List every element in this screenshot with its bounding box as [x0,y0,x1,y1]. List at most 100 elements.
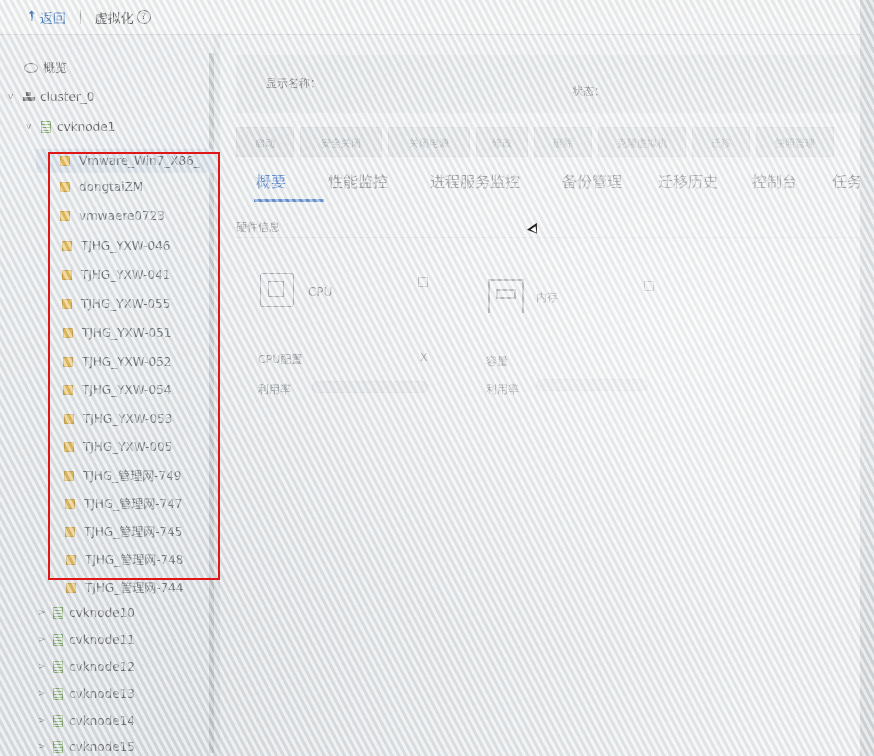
tree-item-vm[interactable]: Vmware_Win7_X86_ [36,149,214,173]
memory-capacity-label: 容量 [486,355,508,368]
tree-item-vm[interactable]: TJHG_YXW-053 [64,412,172,426]
tree-item-vm[interactable]: TJHG_YXW-054 [63,383,171,397]
tab-backup[interactable]: 备份管理 [562,171,622,192]
overview-icon [24,62,38,73]
tree-item-vm[interactable]: TJHG_管理网-749 [64,467,181,484]
tab-process-monitor[interactable]: 进程服务监控 [430,171,520,192]
back-label: 返回 [39,11,66,27]
tree-item-vm[interactable]: TJHG_YXW-052 [63,355,171,369]
tree-item-label: TJHG_YXW-046 [81,239,171,253]
tree-item-overview[interactable]: 概览 [24,59,67,76]
tab-migration-history[interactable]: 迁移历史 [658,171,718,192]
help-icon[interactable]: ? [136,10,151,24]
chevron-right-icon[interactable]: > [38,689,48,699]
tree-item-host-collapsed[interactable]: > cvknode15 [38,740,135,754]
cpu-title: CPU [308,285,333,299]
top-bar: ↑ 返回 虚拟化 ? [0,0,874,35]
chevron-right-icon[interactable]: > [38,742,48,752]
power-off-button[interactable]: 关闭电源 [388,127,470,157]
tree-item-vm[interactable]: TJHG_YXW-055 [62,297,170,311]
back-button[interactable]: ↑ 返回 [26,8,66,27]
tree-item-label: vmwaere0723 [79,209,165,223]
tree-item-label: cvknode12 [69,660,135,674]
tree-item-vm[interactable]: TJHG_管理网-745 [65,523,182,540]
modify-button[interactable]: 修改 [476,127,528,157]
vm-icon [60,211,70,221]
back-arrow-icon: ↑ [26,9,38,25]
vm-icon [65,526,75,537]
vm-icon [64,470,74,481]
tree-item-label: TJHG_YXW-055 [81,297,171,311]
cpu-usage-label: 利用率 [258,383,291,396]
chevron-right-icon[interactable]: > [38,608,48,618]
tree-item-vm[interactable]: TJHG_管理网-748 [66,551,183,568]
chevron-down-icon[interactable]: v [26,122,36,132]
tree-item-label: cluster_0 [40,90,95,104]
chevron-right-icon[interactable]: > [38,635,48,645]
screen-bezel [860,0,874,756]
tree-item-vm[interactable]: TJHG_YXW-005 [64,440,172,454]
tree-item-label: cvknode13 [69,687,135,701]
vm-icon [64,442,74,452]
tree-item-vm[interactable]: TJHG_管理网-747 [65,495,182,512]
vm-info-bar: 显示名称： 状态： [236,55,874,113]
memory-title: 内存 [536,291,558,304]
status-label: 状态： [572,85,605,98]
display-name-label: 显示名称： [266,77,321,90]
tree-item-vm[interactable]: TJHG_YXW-041 [62,268,170,282]
tree-item-host-collapsed[interactable]: > cvknode13 [38,687,135,701]
tree-item-label: TJHG_YXW-005 [83,440,173,454]
tree-item-label: TJHG_管理网-745 [84,525,183,539]
tab-tasks[interactable]: 任务 [832,171,862,192]
host-icon [53,634,63,646]
tree-item-cluster[interactable]: v cluster_0 [8,90,94,104]
tree-item-label: TJHG_YXW-041 [81,268,171,282]
tree-item-label: TJHG_管理网-749 [83,469,182,483]
vm-icon [62,241,72,251]
edit-icon[interactable] [644,281,654,291]
tab-summary[interactable]: 概要 [256,171,286,192]
tree-item-host-collapsed[interactable]: > cvknode12 [38,660,135,674]
tree-item-host-collapsed[interactable]: > cvknode11 [38,633,135,647]
tree-item-host[interactable]: v cvknode1 [26,120,115,134]
tree-item-label: cvknode1 [57,120,116,134]
migrate-button[interactable]: 迁移 [692,127,750,157]
host-icon [53,688,63,700]
delete-button[interactable]: 删除 [534,127,592,157]
vm-icon [63,328,73,338]
memory-icon [488,279,524,313]
start-button[interactable]: 启动 [236,127,294,157]
cpu-usage-bar [312,381,428,393]
tree-item-host-collapsed[interactable]: > cvknode14 [38,714,135,728]
tree-item-label: TJHG_YXW-051 [82,326,172,340]
snapshot-button[interactable]: 快照管理 [756,127,834,157]
tree-item-vm[interactable]: dongtaiZM [60,180,143,194]
tree-item-label: cvknode11 [69,633,135,647]
main-panel: 显示名称： 状态： 启动 安全关闭 关闭电源 修改 删除 克隆虚拟机 迁移 快照… [220,35,874,756]
tree-item-vm[interactable]: TJHG_YXW-051 [63,326,171,340]
vm-icon [66,554,76,565]
chevron-right-icon[interactable]: > [38,662,48,672]
tree-item-label: cvknode14 [69,714,135,728]
tree-item-vm[interactable]: TJHG_YXW-046 [62,239,170,253]
tree-item-label: Vmware_Win7_X86_ [79,154,200,168]
tree-item-label: TJHG_管理网-748 [85,553,184,567]
vm-icon [64,414,74,424]
section-title: 虚拟化 [94,11,134,27]
tree-item-vm[interactable]: TJHG_管理网-744 [66,579,183,596]
vm-icon [62,270,72,280]
clone-vm-button[interactable]: 克隆虚拟机 [598,127,686,157]
active-tab-indicator [254,199,324,202]
chevron-down-icon[interactable]: v [8,92,18,102]
tab-performance[interactable]: 性能监控 [328,171,388,192]
tree-item-label: dongtaiZM [79,180,144,194]
safe-shutdown-button[interactable]: 安全关闭 [300,127,382,157]
edit-icon[interactable] [418,277,428,287]
tree-item-label: TJHG_YXW-052 [82,355,172,369]
chevron-right-icon[interactable]: > [38,716,48,726]
tab-console[interactable]: 控制台 [752,171,797,192]
tree-item-host-collapsed[interactable]: > cvknode10 [38,606,135,620]
tree-item-vm[interactable]: vmwaere0723 [60,209,165,223]
tree-item-label: TJHG_管理网-747 [84,497,183,511]
vm-icon [63,385,73,395]
